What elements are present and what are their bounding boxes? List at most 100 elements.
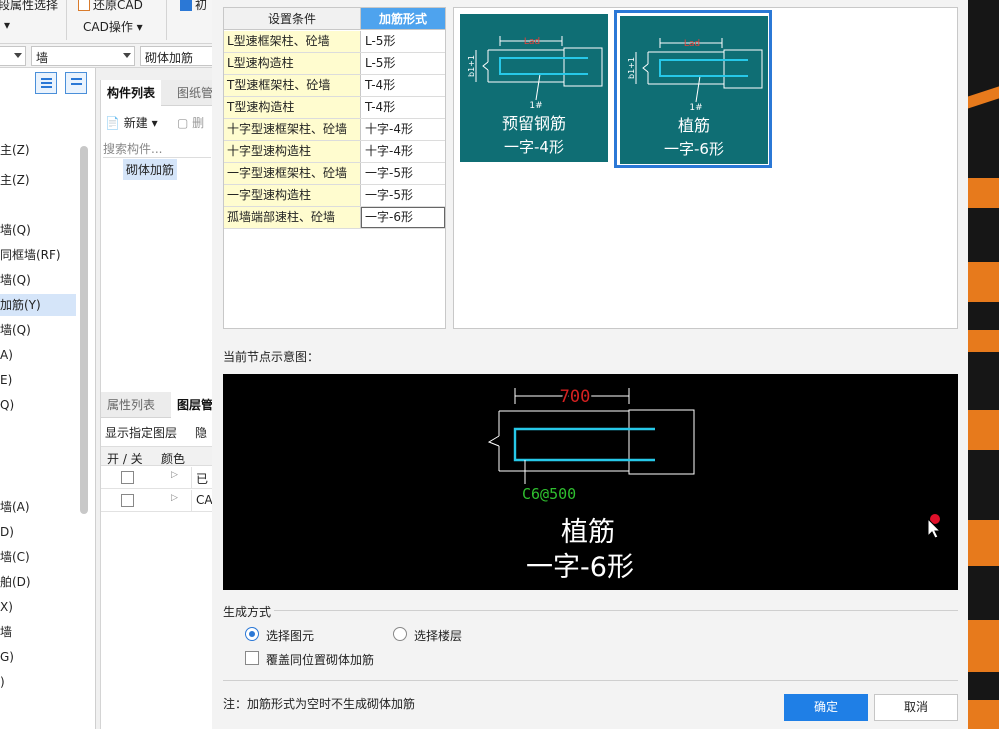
rebar-form-cell[interactable]: L-5形 xyxy=(361,31,445,52)
model-stripe xyxy=(968,520,999,566)
sidebar-item[interactable]: ) xyxy=(0,671,76,693)
thumbnail-option[interactable]: Lad b1+1 1# 预留钢筋 一字-4形 xyxy=(456,10,614,168)
component-tabs: 构件列表 图纸管 xyxy=(101,80,213,106)
radio-select-element[interactable] xyxy=(245,627,259,641)
floor-select[interactable] xyxy=(0,46,26,66)
preview-diagram: 700 C6@500 植筋 一字-6形 xyxy=(487,385,695,583)
tab-attribute-list[interactable]: 属性列表 xyxy=(101,392,161,418)
sidebar-item[interactable]: X) xyxy=(0,596,76,618)
component-select-value: 砌体加筋 xyxy=(145,51,194,65)
sidebar-item[interactable]: 加筋(Y) xyxy=(0,294,76,316)
3d-view-strip xyxy=(968,0,999,729)
sidebar-item[interactable]: E) xyxy=(0,369,76,391)
col-onoff: 开 / 关 xyxy=(107,452,143,466)
rebar-form-cell[interactable]: L-5形 xyxy=(361,53,445,74)
rebar-form-cell[interactable]: 一字-6形 xyxy=(361,207,445,228)
restore-cad-button[interactable]: 还原CAD xyxy=(78,0,143,13)
table-row[interactable]: 一字型速框架柱、砼墙 一字-5形 xyxy=(224,163,445,185)
thumbnail-image: Lad b1+1 1# 预留钢筋 一字-4形 xyxy=(460,14,608,162)
table-row[interactable]: L型速构造柱 L-5形 xyxy=(224,53,445,75)
thumbnail-mark: 1# xyxy=(689,103,702,113)
sidebar-item[interactable]: G) xyxy=(0,646,76,668)
sidebar-item[interactable]: D) xyxy=(0,521,76,543)
rebar-form-cell[interactable]: T-4形 xyxy=(361,97,445,118)
layer-visible-checkbox[interactable] xyxy=(121,494,134,507)
thumbnail-option[interactable]: Lad b1+1 1# 植筋 一字-6形 xyxy=(614,10,772,168)
radio-select-floor[interactable] xyxy=(393,627,407,641)
mouse-cursor-icon xyxy=(927,514,942,538)
sidebar-item[interactable]: 墙(C) xyxy=(0,546,76,568)
table-row[interactable]: T型速构造柱 T-4形 xyxy=(224,97,445,119)
col-condition: 设置条件 xyxy=(224,8,361,30)
list-item[interactable]: 砌体加筋 xyxy=(123,159,178,180)
condition-cell: 孤墙端部速柱、砼墙 xyxy=(224,207,361,228)
sidebar-item[interactable]: 同框墙(RF) xyxy=(0,244,76,266)
sidebar-item[interactable]: 墙(A) xyxy=(0,496,76,518)
cell-divider xyxy=(191,467,192,489)
sidebar-item[interactable]: 墙(Q) xyxy=(0,319,76,341)
cad-ops-menu[interactable]: CAD操作 ▾ xyxy=(83,18,143,35)
list-view-icon[interactable] xyxy=(35,72,57,94)
table-row[interactable]: 十字型速构造柱 十字-4形 xyxy=(224,141,445,163)
sidebar-item[interactable]: 舶(D) xyxy=(0,571,76,593)
cancel-button[interactable]: 取消 xyxy=(874,694,958,721)
ok-button[interactable]: 确定 xyxy=(784,694,868,721)
radio-select-floor-label[interactable]: 选择楼层 xyxy=(414,627,462,644)
radio-select-element-label[interactable]: 选择图元 xyxy=(266,627,314,644)
type-select-value: 墙 xyxy=(36,51,49,65)
new-component-button[interactable]: 📄 新建 ▾ xyxy=(105,114,158,131)
partial-tool-button[interactable]: 初 xyxy=(180,0,207,13)
scrollbar[interactable] xyxy=(80,146,88,514)
table-row[interactable]: 一字型速构造柱 一字-5形 xyxy=(224,185,445,207)
component-select[interactable]: 砌体加筋 xyxy=(140,46,214,66)
rebar-form-cell[interactable]: 十字-4形 xyxy=(361,141,445,162)
thumbnail-subtitle: 一字-4形 xyxy=(504,138,564,156)
hide-layer-button[interactable]: 隐 xyxy=(195,424,207,441)
component-list-panel: 构件列表 图纸管 📄 新建 ▾ ▢ 删 搜索构件... 砌体加筋 属性列表 图层… xyxy=(100,80,220,729)
table-row[interactable]: T型速框架柱、砼墙 T-4形 xyxy=(224,75,445,97)
table-row[interactable]: 孤墙端部速柱、砼墙 一字-6形 xyxy=(224,207,445,229)
layer-visible-checkbox[interactable] xyxy=(121,471,134,484)
rebar-form-cell[interactable]: 一字-5形 xyxy=(361,185,445,206)
thumbnail-title: 预留钢筋 xyxy=(502,114,566,133)
condition-cell: T型速框架柱、砼墙 xyxy=(224,75,361,96)
thumbnail-mark: 1# xyxy=(529,101,542,111)
rebar-form-cell[interactable]: 十字-4形 xyxy=(361,119,445,140)
table-row[interactable]: 十字型速框架柱、砼墙 十字-4形 xyxy=(224,119,445,141)
sidebar-item[interactable]: A) xyxy=(0,344,76,366)
detail-view-icon[interactable] xyxy=(65,72,87,94)
thumbnail-title: 植筋 xyxy=(678,116,710,135)
preview-subtitle: 一字-6形 xyxy=(526,552,634,583)
overwrite-label[interactable]: 覆盖同位置砌体加筋 xyxy=(266,651,374,668)
thumbnail-diagram: Lad b1+1 1# 植筋一字-6形 xyxy=(627,38,763,158)
sidebar-item[interactable]: 墙 xyxy=(0,621,76,643)
table-row[interactable]: L型速框架柱、砼墙 L-5形 xyxy=(224,31,445,53)
tab-component-list[interactable]: 构件列表 xyxy=(101,80,162,106)
expand-icon[interactable]: ▷ xyxy=(171,493,178,503)
thumbnail-dimension: Lad xyxy=(524,37,540,47)
model-stripe xyxy=(968,330,999,352)
sidebar-item[interactable]: Q) xyxy=(0,394,76,416)
chevron-down-icon[interactable]: ▾ xyxy=(4,18,10,32)
restore-cad-label: 还原CAD xyxy=(93,0,143,12)
delete-component-button[interactable]: ▢ 删 xyxy=(177,114,204,131)
sidebar-item[interactable]: 墙(Q) xyxy=(0,219,76,241)
overwrite-checkbox[interactable] xyxy=(245,651,259,665)
preview-dimension: 700 xyxy=(560,387,591,407)
table-row: ▷ CA xyxy=(101,490,213,512)
show-layer-button[interactable]: 显示指定图层 xyxy=(105,424,177,441)
type-select[interactable]: 墙 xyxy=(31,46,135,66)
model-stripe xyxy=(968,262,999,302)
rebar-form-cell[interactable]: 一字-5形 xyxy=(361,163,445,184)
sidebar-item[interactable]: 主(Z) xyxy=(0,139,76,161)
attr-select-button[interactable]: 段属性选择 xyxy=(0,0,58,13)
rebar-form-cell[interactable]: T-4形 xyxy=(361,75,445,96)
expand-icon[interactable]: ▷ xyxy=(171,470,178,480)
condition-cell: 一字型速框架柱、砼墙 xyxy=(224,163,361,184)
chevron-down-icon: ▾ xyxy=(151,116,158,130)
component-search-input[interactable]: 搜索构件... xyxy=(103,140,211,158)
sidebar-item[interactable]: 墙(Q) xyxy=(0,269,76,291)
sidebar-item[interactable]: 主(Z) xyxy=(0,169,76,191)
model-stripe xyxy=(968,620,999,672)
generation-title: 生成方式 xyxy=(223,605,272,619)
